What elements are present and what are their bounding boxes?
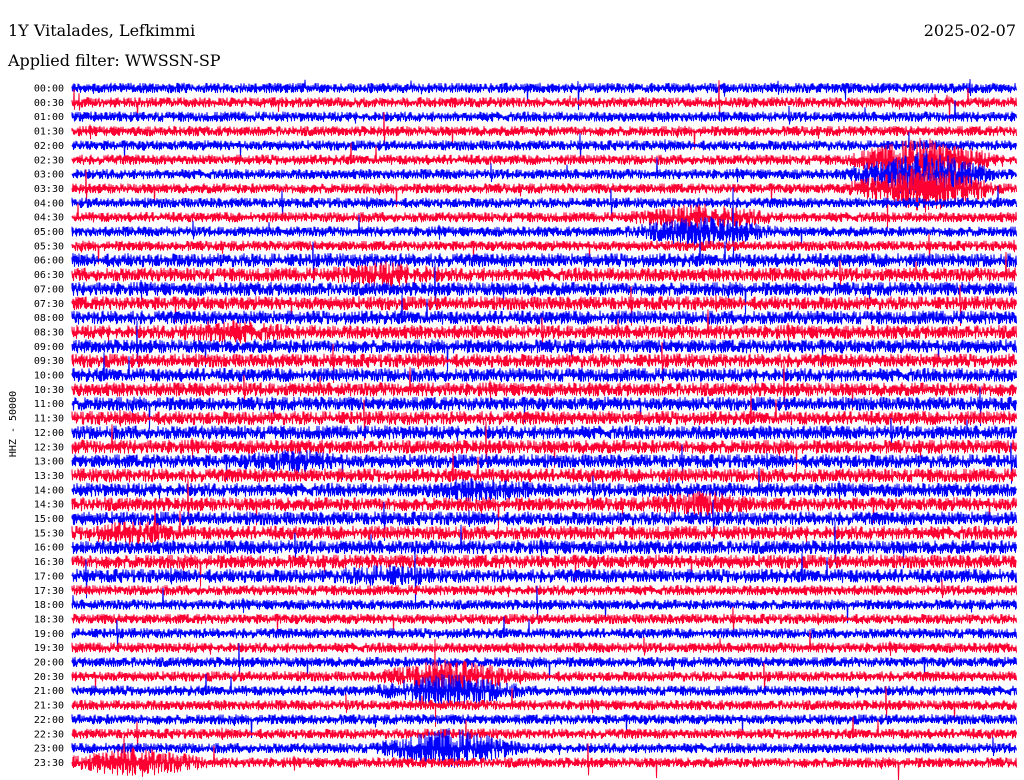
time-label: 15:30 [34, 528, 64, 539]
time-label: 10:00 [34, 371, 64, 382]
time-label: 14:00 [34, 485, 64, 496]
time-label: 02:00 [34, 141, 64, 152]
time-label: 16:30 [34, 557, 64, 568]
time-label: 19:30 [34, 643, 64, 654]
time-label: 05:00 [34, 227, 64, 238]
time-label: 04:00 [34, 198, 64, 209]
time-label: 05:30 [34, 241, 64, 252]
time-label: 11:30 [34, 414, 64, 425]
time-label: 22:00 [34, 715, 64, 726]
time-label: 10:30 [34, 385, 64, 396]
time-label: 17:00 [34, 571, 64, 582]
time-label: 03:00 [34, 170, 64, 181]
time-label: 06:30 [34, 270, 64, 281]
time-label: 23:00 [34, 744, 64, 755]
time-label: 12:00 [34, 428, 64, 439]
time-label: 09:00 [34, 342, 64, 353]
time-label: 03:30 [34, 184, 64, 195]
filter-label: Applied filter: WWSSN-SP [7, 51, 221, 70]
time-label: 21:00 [34, 686, 64, 697]
time-label: 08:00 [34, 313, 64, 324]
time-label: 17:30 [34, 586, 64, 597]
time-label: 00:00 [34, 84, 64, 95]
time-label: 13:00 [34, 457, 64, 468]
time-label: 14:30 [34, 500, 64, 511]
time-label: 22:30 [34, 729, 64, 740]
time-label: 16:00 [34, 543, 64, 554]
time-label: 00:30 [34, 98, 64, 109]
time-label: 13:30 [34, 471, 64, 482]
time-label: 01:30 [34, 127, 64, 138]
channel-label: HHZ - 50000 [8, 391, 19, 457]
time-label: 09:30 [34, 356, 64, 367]
station-title: 1Y Vitalades, Lefkimmi [8, 21, 195, 40]
time-label: 07:00 [34, 284, 64, 295]
time-label: 04:30 [34, 213, 64, 224]
time-label: 18:30 [34, 614, 64, 625]
time-label: 19:00 [34, 629, 64, 640]
time-label: 02:30 [34, 155, 64, 166]
time-label: 01:00 [34, 112, 64, 123]
helicorder-chart: 1Y Vitalades, Lefkimmi 2025-02-07 Applie… [0, 0, 1024, 780]
time-label: 11:00 [34, 399, 64, 410]
time-label: 06:00 [34, 256, 64, 267]
time-label: 12:30 [34, 442, 64, 453]
time-label: 20:00 [34, 658, 64, 669]
time-label: 21:30 [34, 701, 64, 712]
time-label: 20:30 [34, 672, 64, 683]
time-label: 18:00 [34, 600, 64, 611]
time-label: 15:00 [34, 514, 64, 525]
time-label: 07:30 [34, 299, 64, 310]
time-label: 08:30 [34, 327, 64, 338]
date-label: 2025-02-07 [924, 21, 1016, 40]
time-label: 23:30 [34, 758, 64, 769]
